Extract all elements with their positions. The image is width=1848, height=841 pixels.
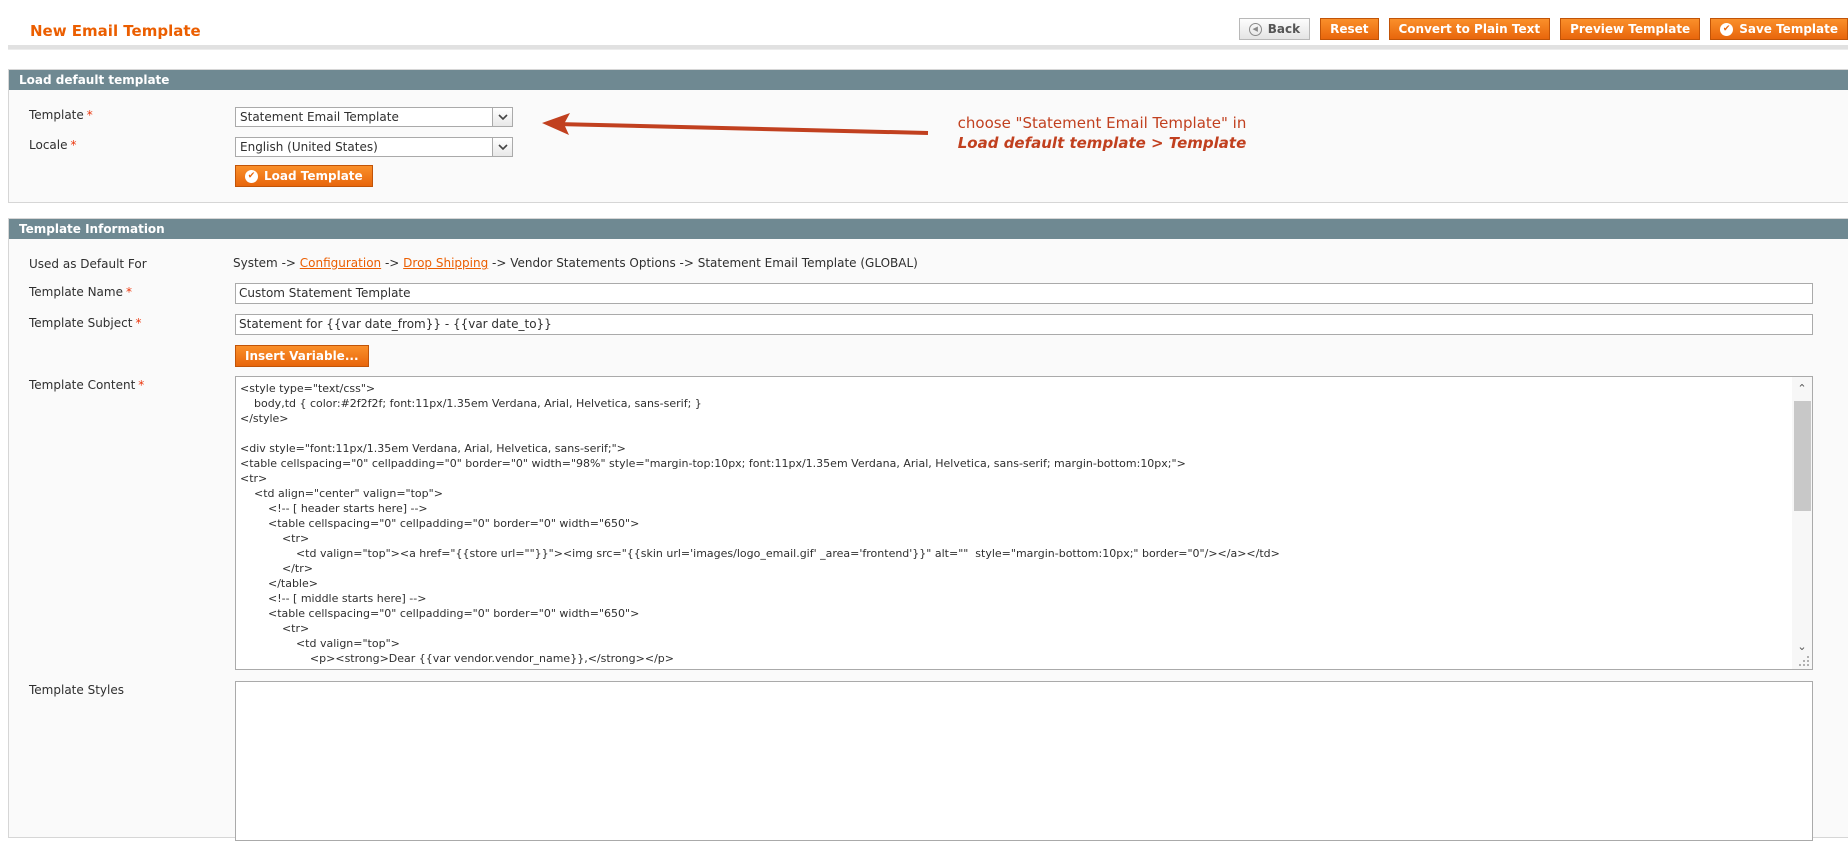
annotation-line-2: Load default template > Template [957,134,1247,152]
checkmark-icon: ✔ [1720,22,1734,36]
template-information-section: Template Information Used as Default For… [8,218,1848,841]
required-mark: * [125,285,132,299]
template-subject-input[interactable]: Statement for {{var date_from}} - {{var … [235,314,1813,335]
annotation-arrow [542,113,929,135]
scroll-up-icon[interactable]: ⌃ [1792,379,1812,397]
locale-select-value: English (United States) [240,140,378,154]
template-name-input[interactable]: Custom Statement Template [235,283,1813,304]
back-button[interactable]: ◀ Back [1238,18,1311,40]
back-arrow-icon: ◀ [1248,22,1262,36]
content-scrollbar[interactable]: ⌃ ⌄ [1792,377,1812,669]
load-template-button[interactable]: ✔ Load Template [235,165,373,187]
save-template-label: Save Template [1739,22,1838,36]
required-mark: * [70,138,77,152]
template-content-label: Template Content * [29,378,145,392]
header-actions: ◀ Back Reset Convert to Plain Text Previ… [1238,18,1848,40]
template-content-code[interactable]: <style type="text/css"> body,td { color:… [240,381,1790,666]
path-prefix: System -> [233,256,300,270]
preview-template-button[interactable]: Preview Template [1560,18,1701,40]
back-button-label: Back [1267,22,1301,36]
template-name-label: Template Name * [29,285,132,299]
template-label: Template * [29,108,93,122]
locale-label: Locale * [29,138,77,152]
scroll-thumb[interactable] [1794,401,1811,511]
checkmark-icon: ✔ [245,169,258,183]
template-select-value: Statement Email Template [240,110,399,124]
header-divider [8,45,1848,50]
section-title: Load default template [9,70,1848,90]
template-select[interactable]: Statement Email Template [235,107,513,127]
locale-select[interactable]: English (United States) [235,137,513,157]
page-title: New Email Template [30,22,201,40]
save-template-button[interactable]: ✔ Save Template [1710,18,1848,40]
template-styles-textarea[interactable] [235,681,1813,841]
annotation-line-1: choose "Statement Email Template" in [957,114,1247,132]
used-as-default-label: Used as Default For [29,257,147,271]
used-as-default-path: System -> Configuration -> Drop Shipping… [233,256,918,270]
path-separator: -> [381,256,404,270]
chevron-down-icon[interactable] [492,138,512,156]
template-content-textarea[interactable]: <style type="text/css"> body,td { color:… [235,376,1813,670]
convert-to-plain-text-button[interactable]: Convert to Plain Text [1388,18,1551,40]
scroll-down-icon[interactable]: ⌄ [1792,637,1812,655]
reset-button[interactable]: Reset [1320,18,1379,40]
load-template-label: Load Template [264,169,363,183]
required-mark: * [86,108,93,122]
required-mark: * [135,316,142,330]
drop-shipping-link[interactable]: Drop Shipping [403,256,488,270]
path-suffix: -> Vendor Statements Options -> Statemen… [488,256,918,270]
template-subject-label: Template Subject * [29,316,142,330]
annotation-note: choose "Statement Email Template" in Loa… [942,114,1262,152]
configuration-link[interactable]: Configuration [300,256,381,270]
template-styles-label: Template Styles [29,683,124,697]
required-mark: * [138,378,145,392]
resize-grip-icon[interactable] [1798,655,1810,667]
insert-variable-button[interactable]: Insert Variable... [235,345,369,367]
section-title: Template Information [9,219,1848,239]
chevron-down-icon[interactable] [492,108,512,126]
